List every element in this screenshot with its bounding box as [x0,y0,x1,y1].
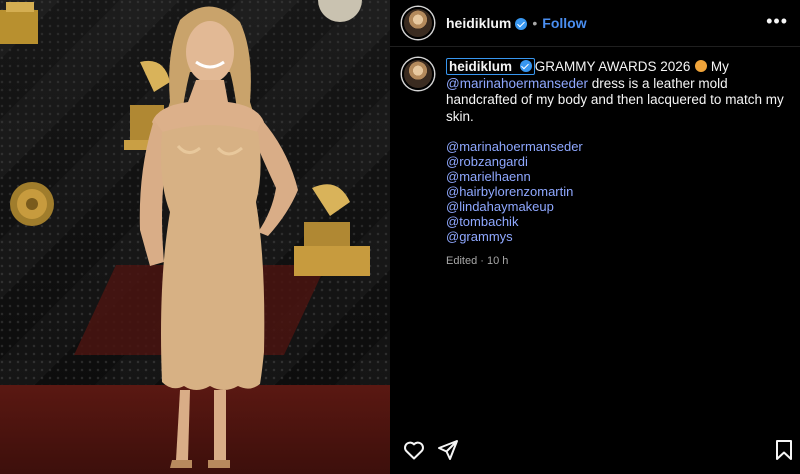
grammy-logo-disc [10,182,54,226]
header-avatar[interactable] [402,7,434,39]
verified-badge-icon [515,18,528,30]
mention-lindahaymakeup[interactable]: @lindahaymakeup [446,199,786,214]
mention-robzangardi[interactable]: @robzangardi [446,154,786,169]
mention-grammys[interactable]: @grammys [446,229,786,244]
caption-text: heidiklum GRAMMY AWARDS 2026 My @marinah… [446,58,786,270]
more-options-icon[interactable]: ••• [766,12,788,30]
bookmark-icon[interactable] [772,438,796,462]
header-divider [390,46,800,47]
mentions-list: @marinahoermanseder @robzangardi @mariel… [446,139,786,244]
post-photo[interactable] [0,0,390,474]
post-header: heidiklum • Follow ••• [390,0,800,46]
post-meta: Edited · 10 h [446,255,509,267]
header-separator: • [532,15,538,31]
caption-block: heidiklum GRAMMY AWARDS 2026 My @marinah… [402,58,790,270]
action-bar [390,430,800,468]
caption-mention-main[interactable]: @marinahoermanseder [446,76,588,91]
mention-hairbylorenzomartin[interactable]: @hairbylorenzomartin [446,184,786,199]
caption-username-label: heidiklum [449,59,513,74]
gramophone-trophy-right [294,184,370,276]
caption-username[interactable]: heidiklum [446,58,535,75]
paper-plane-icon[interactable] [436,438,460,462]
post-side-panel: heidiklum • Follow ••• heidiklum GRAMMY … [390,0,800,474]
photo-scene [0,0,370,468]
caption-my: My [707,59,729,74]
gramophone-trophy-top-left [0,2,38,44]
mention-marielhaenn[interactable]: @marielhaenn [446,169,786,184]
top-round-object [318,0,362,22]
caption-headline: GRAMMY AWARDS 2026 [534,59,691,74]
caption-verified-badge-icon [519,60,532,72]
follow-button[interactable]: Follow [542,15,586,31]
heart-icon[interactable] [402,438,426,462]
mention-marinahoermanseder[interactable]: @marinahoermanseder [446,139,786,154]
cat-emoji-icon [695,60,708,72]
header-username[interactable]: heidiklum [446,15,511,31]
mention-tombachik[interactable]: @tombachik [446,214,786,229]
caption-avatar[interactable] [402,58,434,90]
